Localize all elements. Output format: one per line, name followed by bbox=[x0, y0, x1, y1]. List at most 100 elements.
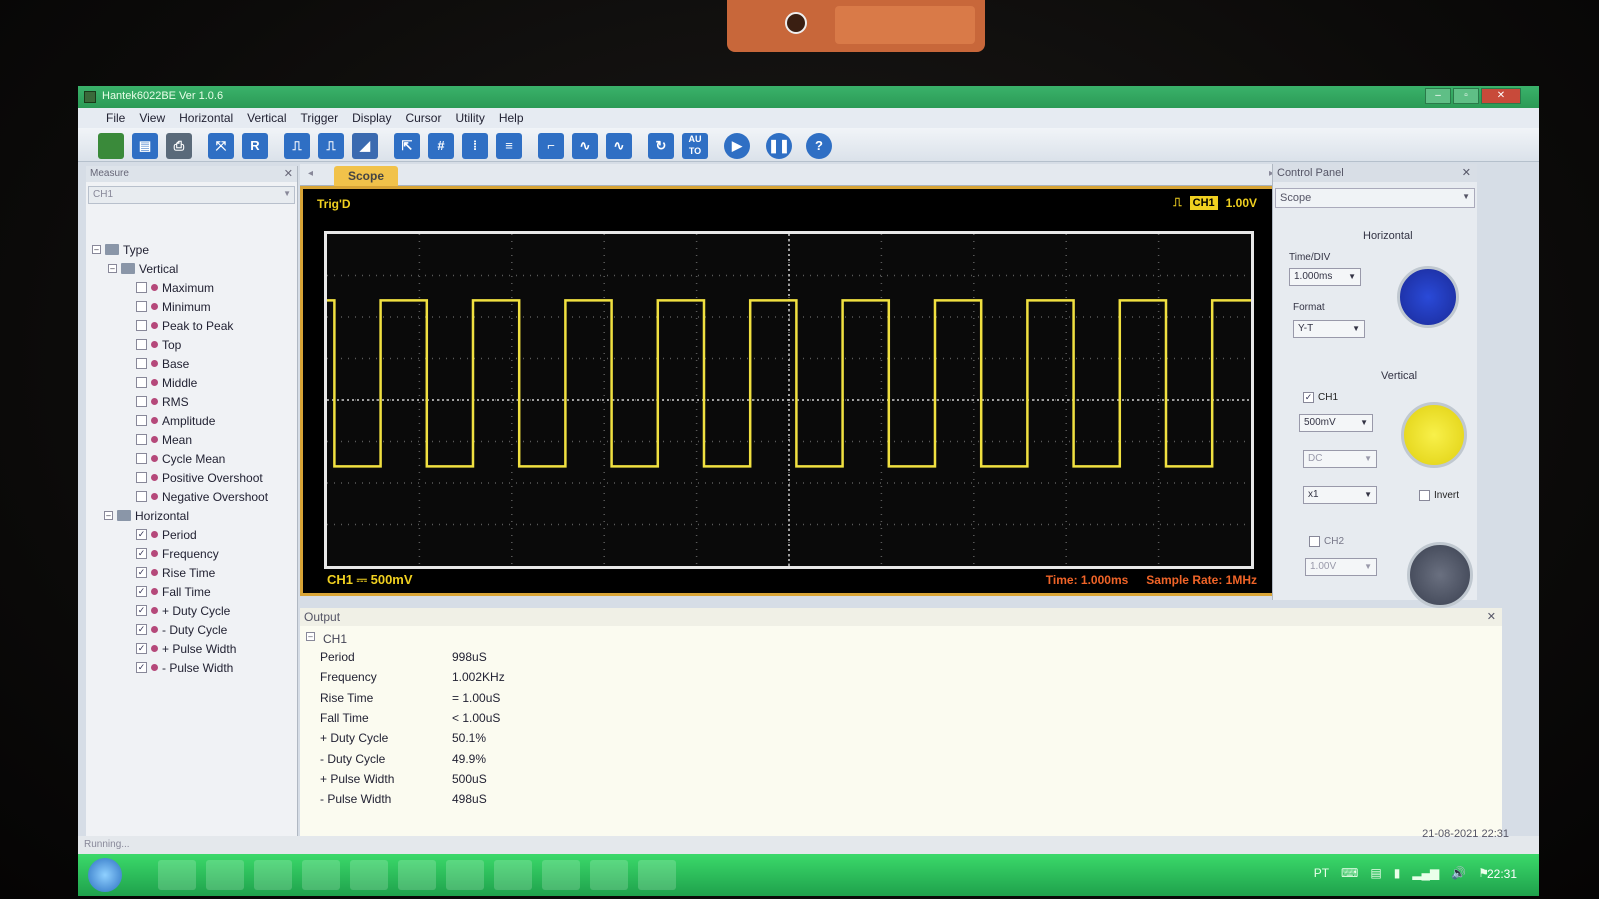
collapse-icon[interactable]: – bbox=[108, 264, 117, 273]
measure-item[interactable]: Mean bbox=[136, 430, 192, 449]
grid-icon[interactable]: # bbox=[428, 133, 454, 159]
keyboard-icon[interactable]: ⌨ bbox=[1341, 866, 1358, 880]
measure-checkbox[interactable] bbox=[136, 301, 147, 312]
measure-checkbox[interactable]: ✓ bbox=[136, 624, 147, 635]
refresh-icon[interactable]: ↻ bbox=[648, 133, 674, 159]
explorer-taskbar-icon[interactable] bbox=[206, 860, 244, 890]
measure-item[interactable]: Base bbox=[136, 354, 189, 373]
timediv-select[interactable]: 1.000ms ▼ bbox=[1289, 268, 1361, 286]
start-button[interactable] bbox=[88, 858, 122, 892]
pulse-edge-icon[interactable]: ⎍ bbox=[318, 133, 344, 159]
cursor-icon[interactable]: ⇱ bbox=[394, 133, 420, 159]
scope-taskbar-icon[interactable] bbox=[494, 860, 532, 890]
volume-icon[interactable]: 🔊 bbox=[1451, 866, 1466, 880]
waveform-grid[interactable] bbox=[324, 231, 1254, 569]
wave-icon[interactable]: ∿ bbox=[572, 133, 598, 159]
menu-vertical[interactable]: Vertical bbox=[247, 111, 286, 125]
measure-item[interactable]: Peak to Peak bbox=[136, 316, 233, 335]
measure-checkbox[interactable]: ✓ bbox=[136, 548, 147, 559]
tree-group-vertical[interactable]: – Vertical bbox=[108, 259, 178, 278]
ch2-toggle[interactable]: CH2 bbox=[1309, 536, 1344, 547]
measure-checkbox[interactable] bbox=[136, 434, 147, 445]
zoom-icon[interactable]: ⤧ bbox=[208, 133, 234, 159]
tool-taskbar-icon[interactable] bbox=[398, 860, 436, 890]
tab-left-arrow-icon[interactable]: ◂ bbox=[308, 168, 313, 179]
chrome-taskbar-icon[interactable] bbox=[302, 860, 340, 890]
tree-group-horizontal[interactable]: – Horizontal bbox=[104, 506, 189, 525]
horizontal-cursor-icon[interactable]: ≡ bbox=[496, 133, 522, 159]
media-taskbar-icon[interactable] bbox=[254, 860, 292, 890]
ramp-icon[interactable]: ◢ bbox=[352, 133, 378, 159]
paint-taskbar-icon[interactable] bbox=[590, 860, 628, 890]
measure-checkbox[interactable] bbox=[136, 453, 147, 464]
ch1-volts-select[interactable]: 500mV ▼ bbox=[1299, 414, 1373, 432]
ie-taskbar-icon[interactable] bbox=[158, 860, 196, 890]
close-icon[interactable]: ✕ bbox=[1462, 166, 1471, 179]
print-icon[interactable]: ⎙ bbox=[166, 133, 192, 159]
measure-checkbox[interactable] bbox=[136, 415, 147, 426]
measure-checkbox[interactable] bbox=[136, 358, 147, 369]
measure-item[interactable]: ✓ - Pulse Width bbox=[136, 658, 233, 677]
channel-select[interactable]: CH1 ▼ bbox=[88, 186, 295, 204]
measure-checkbox[interactable] bbox=[136, 472, 147, 483]
measure-item[interactable]: ✓ Period bbox=[136, 525, 197, 544]
menu-help[interactable]: Help bbox=[499, 111, 524, 125]
vertical-cursor-icon[interactable]: ⁞ bbox=[462, 133, 488, 159]
measure-item[interactable]: ✓ Frequency bbox=[136, 544, 219, 563]
misc-taskbar-icon[interactable] bbox=[638, 860, 676, 890]
pulse-icon[interactable]: ⎍ bbox=[284, 133, 310, 159]
ch2-checkbox[interactable] bbox=[1309, 536, 1320, 547]
collapse-icon[interactable]: – bbox=[104, 511, 113, 520]
tree-root[interactable]: – Type bbox=[92, 240, 149, 259]
window-taskbar-icon[interactable] bbox=[446, 860, 484, 890]
help-icon[interactable]: ? bbox=[806, 133, 832, 159]
mode-select[interactable]: Scope ▼ bbox=[1275, 188, 1475, 208]
ch1-toggle[interactable]: ✓ CH1 bbox=[1303, 392, 1338, 403]
timediv-knob[interactable] bbox=[1397, 266, 1459, 328]
output-channel-node[interactable]: – CH1 bbox=[306, 632, 347, 646]
pause-icon[interactable]: ❚❚ bbox=[766, 133, 792, 159]
tab-scope[interactable]: Scope bbox=[334, 166, 398, 186]
menu-view[interactable]: View bbox=[139, 111, 165, 125]
measure-checkbox[interactable] bbox=[136, 339, 147, 350]
measure-checkbox[interactable] bbox=[136, 377, 147, 388]
close-icon[interactable]: ✕ bbox=[1487, 610, 1496, 623]
measure-checkbox[interactable]: ✓ bbox=[136, 529, 147, 540]
measure-checkbox[interactable]: ✓ bbox=[136, 586, 147, 597]
menu-horizontal[interactable]: Horizontal bbox=[179, 111, 233, 125]
maximize-button[interactable]: ▫ bbox=[1453, 88, 1479, 104]
measure-checkbox[interactable] bbox=[136, 320, 147, 331]
measure-item[interactable]: ✓ Fall Time bbox=[136, 582, 211, 601]
ch1-volts-knob[interactable] bbox=[1401, 402, 1467, 468]
measure-item[interactable]: ✓ + Pulse Width bbox=[136, 639, 236, 658]
language-indicator[interactable]: PT bbox=[1314, 866, 1329, 880]
auto-button[interactable]: AU TO bbox=[682, 133, 708, 159]
measure-item[interactable]: Amplitude bbox=[136, 411, 215, 430]
measure-item[interactable]: Minimum bbox=[136, 297, 211, 316]
invert-toggle[interactable]: Invert bbox=[1419, 490, 1459, 501]
menu-file[interactable]: File bbox=[106, 111, 125, 125]
menu-trigger[interactable]: Trigger bbox=[301, 111, 339, 125]
run-icon[interactable]: ▶ bbox=[724, 133, 750, 159]
ch1-checkbox[interactable]: ✓ bbox=[1303, 392, 1314, 403]
format-select[interactable]: Y-T ▼ bbox=[1293, 320, 1365, 338]
measure-item[interactable]: Positive Overshoot bbox=[136, 468, 263, 487]
close-button[interactable]: ✕ bbox=[1481, 88, 1521, 104]
measure-item[interactable]: ✓ + Duty Cycle bbox=[136, 601, 230, 620]
step-icon[interactable]: ⌐ bbox=[538, 133, 564, 159]
measure-item[interactable]: ✓ - Duty Cycle bbox=[136, 620, 227, 639]
menu-display[interactable]: Display bbox=[352, 111, 391, 125]
clock[interactable]: 22:31 bbox=[1487, 867, 1517, 881]
collapse-icon[interactable]: – bbox=[306, 632, 315, 641]
reference-icon[interactable]: R bbox=[242, 133, 268, 159]
measure-item[interactable]: Negative Overshoot bbox=[136, 487, 268, 506]
invert-checkbox[interactable] bbox=[1419, 490, 1430, 501]
open-icon[interactable] bbox=[98, 133, 124, 159]
measure-item[interactable]: Middle bbox=[136, 373, 197, 392]
close-icon[interactable]: ✕ bbox=[284, 167, 293, 180]
measure-checkbox[interactable]: ✓ bbox=[136, 605, 147, 616]
network-icon[interactable]: ▤ bbox=[1370, 866, 1381, 880]
measure-checkbox[interactable]: ✓ bbox=[136, 643, 147, 654]
battery-icon[interactable]: ▮ bbox=[1394, 866, 1401, 880]
measure-checkbox[interactable]: ✓ bbox=[136, 662, 147, 673]
